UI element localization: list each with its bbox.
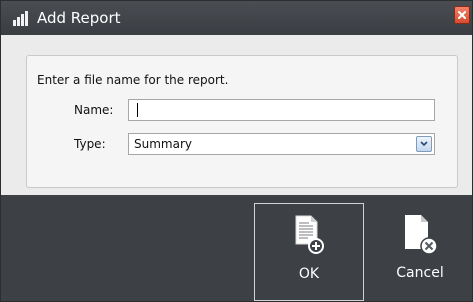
name-input[interactable] <box>128 99 435 121</box>
name-label: Name: <box>74 103 114 117</box>
type-select-value: Summary <box>134 137 192 151</box>
close-button[interactable] <box>454 6 470 24</box>
new-document-add-icon <box>295 215 324 254</box>
type-select[interactable]: Summary <box>128 133 435 155</box>
form-panel: Enter a file name for the report. Name: … <box>26 55 458 188</box>
action-bar: OK Cancel <box>1 195 472 301</box>
type-label: Type: <box>74 137 106 151</box>
close-icon <box>458 11 466 19</box>
add-report-dialog: Add Report Enter a file name for the rep… <box>0 0 473 302</box>
dialog-content: Enter a file name for the report. Name: … <box>1 35 472 195</box>
chevron-down-icon <box>420 141 428 147</box>
window-title: Add Report <box>37 9 121 27</box>
title-bar[interactable]: Add Report <box>1 1 472 35</box>
type-dropdown-button[interactable] <box>416 136 432 152</box>
form-prompt: Enter a file name for the report. <box>37 73 229 87</box>
ok-label: OK <box>298 266 320 282</box>
cancel-button[interactable]: Cancel <box>365 203 473 301</box>
document-cancel-icon <box>405 215 437 255</box>
cancel-label: Cancel <box>396 265 444 281</box>
text-caret <box>137 103 138 117</box>
bar-chart-icon <box>13 11 30 26</box>
ok-button[interactable]: OK <box>254 203 364 301</box>
